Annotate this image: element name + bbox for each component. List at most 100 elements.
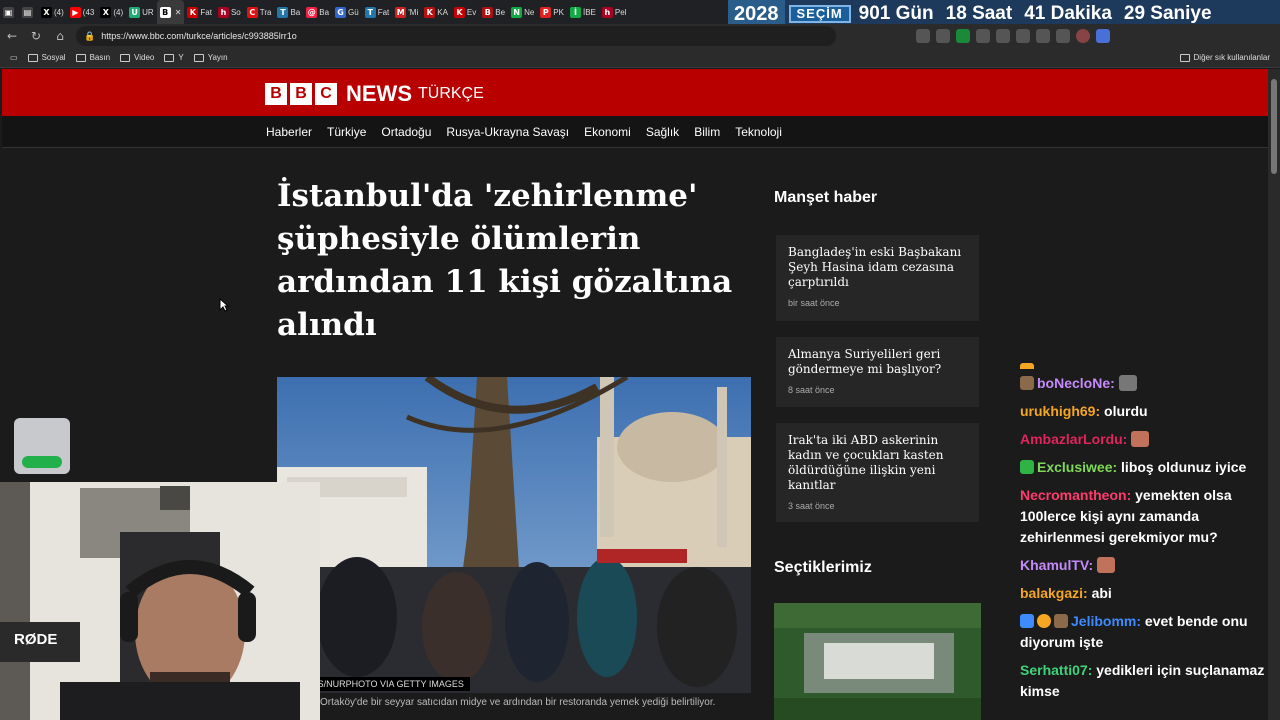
article-image xyxy=(277,377,751,693)
tab-10[interactable]: T Fat xyxy=(362,0,393,24)
headline-card[interactable]: Irak'ta iki ABD askerinin kadın ve çocuk… xyxy=(776,423,979,522)
nav-item-rusya-ukrayna[interactable]: Rusya-Ukrayna Savaşı xyxy=(446,125,569,139)
bbc-logo[interactable]: B B C NEWS TÜRKÇE xyxy=(265,81,484,107)
nav-item-bilim[interactable]: Bilim xyxy=(694,125,720,139)
extension-icon[interactable] xyxy=(936,29,950,43)
chat-text: olurdu xyxy=(1104,403,1148,419)
badge-icon xyxy=(1020,376,1034,390)
card-time: 3 saat önce xyxy=(788,501,835,511)
picks-image[interactable] xyxy=(774,603,981,720)
close-tab-icon[interactable]: ✕ xyxy=(175,8,182,17)
headline-card[interactable]: Bangladeş'in eski Başbakanı Şeyh Hasina … xyxy=(776,235,979,321)
chat-message: Exclusiwee: liboş oldunuz iyice xyxy=(1020,457,1272,478)
nav-item-haberler[interactable]: Haberler xyxy=(266,125,312,139)
badge-icon xyxy=(1054,614,1068,628)
badge-icon xyxy=(1037,614,1051,628)
bookmark-folder-y[interactable]: Y xyxy=(164,53,184,62)
site-icon: @ xyxy=(306,6,318,18)
tab-4[interactable]: K Fat xyxy=(184,0,215,24)
tab-3[interactable]: U UR xyxy=(126,0,157,24)
tab-active-bbc[interactable]: B ✕ xyxy=(156,0,185,24)
back-icon[interactable]: ← xyxy=(0,24,24,48)
countdown-hours: 18 Saat xyxy=(945,3,1013,24)
extension-icon[interactable] xyxy=(996,29,1010,43)
card-title: Bangladeş'in eski Başbakanı Şeyh Hasina … xyxy=(788,245,962,289)
tab-16[interactable]: P PK xyxy=(537,0,567,24)
extension-icon[interactable] xyxy=(956,29,970,43)
extension-icon[interactable] xyxy=(916,29,930,43)
tab-actions-icon[interactable]: ▤ xyxy=(19,0,38,24)
chat-message: Serhatti07: yedikleri için suçlanamaz ki… xyxy=(1020,660,1272,702)
chat-user: urukhigh69: xyxy=(1020,403,1101,419)
bookmark-folder-sosyal[interactable]: Sosyal xyxy=(27,53,66,62)
nav-item-saglik[interactable]: Sağlık xyxy=(646,125,679,139)
extension-icon[interactable] xyxy=(976,29,990,43)
tab-0[interactable]: X (4) xyxy=(38,0,67,24)
tab-6[interactable]: C Tra xyxy=(244,0,275,24)
nav-item-turkiye[interactable]: Türkiye xyxy=(327,125,366,139)
tab-12[interactable]: K KA xyxy=(421,0,451,24)
chat-text: liboş oldunuz iyice xyxy=(1121,459,1247,475)
nav-item-ekonomi[interactable]: Ekonomi xyxy=(584,125,631,139)
lock-icon: 🔒 xyxy=(84,30,96,41)
other-bookmarks[interactable]: Diğer sık kullanılanlar xyxy=(1179,53,1270,62)
site-icon: K xyxy=(424,6,436,18)
chat-message: Jelibomm: evet bende onu diyorum işte xyxy=(1020,611,1272,653)
bbc-icon: B xyxy=(159,6,171,18)
copilot-icon[interactable] xyxy=(1096,29,1110,43)
url-input[interactable]: 🔒 https://www.bbc.com/turkce/articles/c9… xyxy=(76,26,836,46)
site-icon: C xyxy=(246,6,258,18)
emote-icon xyxy=(1131,431,1150,447)
tab-5[interactable]: h So xyxy=(215,0,244,24)
site-icon: h xyxy=(217,6,229,18)
webcam-overlay: RØDE xyxy=(0,482,320,720)
extension-icon[interactable] xyxy=(1016,29,1030,43)
refresh-icon[interactable]: ↻ xyxy=(24,24,48,48)
card-title: Irak'ta iki ABD askerinin kadın ve çocuk… xyxy=(788,433,944,492)
tab-7[interactable]: T Ba xyxy=(274,0,303,24)
tab-2[interactable]: X (4) xyxy=(97,0,126,24)
bookmark-menu-icon[interactable]: ▭ xyxy=(10,53,18,62)
tab-14[interactable]: B Be xyxy=(479,0,508,24)
bookmark-folder-yayin[interactable]: Yayın xyxy=(193,53,228,62)
folder-icon xyxy=(75,53,86,62)
chat-message: Necromantheon: yemekten olsa 100lerce ki… xyxy=(1020,485,1272,548)
bookmark-folder-video[interactable]: Video xyxy=(120,53,154,62)
bbc-nav: Haberler Türkiye Ortadoğu Rusya-Ukrayna … xyxy=(2,116,1268,148)
logo-news: NEWS xyxy=(346,81,412,106)
tab-8[interactable]: @ Ba xyxy=(303,0,332,24)
tab-15[interactable]: N Ne xyxy=(508,0,537,24)
tab-1[interactable]: ▶ (43 xyxy=(67,0,98,24)
folder-icon xyxy=(1179,53,1190,62)
folder-icon xyxy=(27,53,38,62)
tab-13[interactable]: K Ev xyxy=(451,0,479,24)
picks-title: Seçtiklerimiz xyxy=(774,559,872,576)
chat-user: KhamulTV: xyxy=(1020,557,1094,573)
x-icon: X xyxy=(100,6,112,18)
extension-icon[interactable] xyxy=(1056,29,1070,43)
bookmark-folder-basin[interactable]: Basın xyxy=(75,53,110,62)
nav-item-ortadogu[interactable]: Ortadoğu xyxy=(381,125,431,139)
nav-item-teknoloji[interactable]: Teknoloji xyxy=(735,125,782,139)
tab-9[interactable]: G Gü xyxy=(332,0,362,24)
headline-card[interactable]: Almanya Suriyelileri geri göndermeye mi … xyxy=(776,337,979,407)
image-caption: Ortaköy'de bir seyyar satıcıdan midye ve… xyxy=(320,697,716,708)
folder-icon xyxy=(193,53,204,62)
card-time: bir saat önce xyxy=(788,298,840,308)
chat-message xyxy=(1020,360,1272,369)
tab-17[interactable]: İ İBE xyxy=(567,0,599,24)
chat-message: urukhigh69: olurdu xyxy=(1020,401,1272,422)
tab-11[interactable]: M 'Mi xyxy=(392,0,421,24)
site-icon: h xyxy=(601,6,613,18)
tab-18[interactable]: h Pel xyxy=(599,0,630,24)
url-text: https://www.bbc.com/turkce/articles/c993… xyxy=(101,31,297,41)
site-icon: P xyxy=(540,6,552,18)
scrollbar-thumb[interactable] xyxy=(1271,79,1277,174)
profile-avatar[interactable] xyxy=(1076,29,1090,43)
countdown-seconds: 29 Saniye xyxy=(1123,3,1212,24)
home-icon[interactable]: ⌂ xyxy=(48,24,72,48)
extension-icon[interactable] xyxy=(1036,29,1050,43)
logo-b1: B xyxy=(265,83,287,105)
badge-icon xyxy=(1020,363,1034,369)
workspaces-icon[interactable]: ▣ xyxy=(0,0,19,24)
